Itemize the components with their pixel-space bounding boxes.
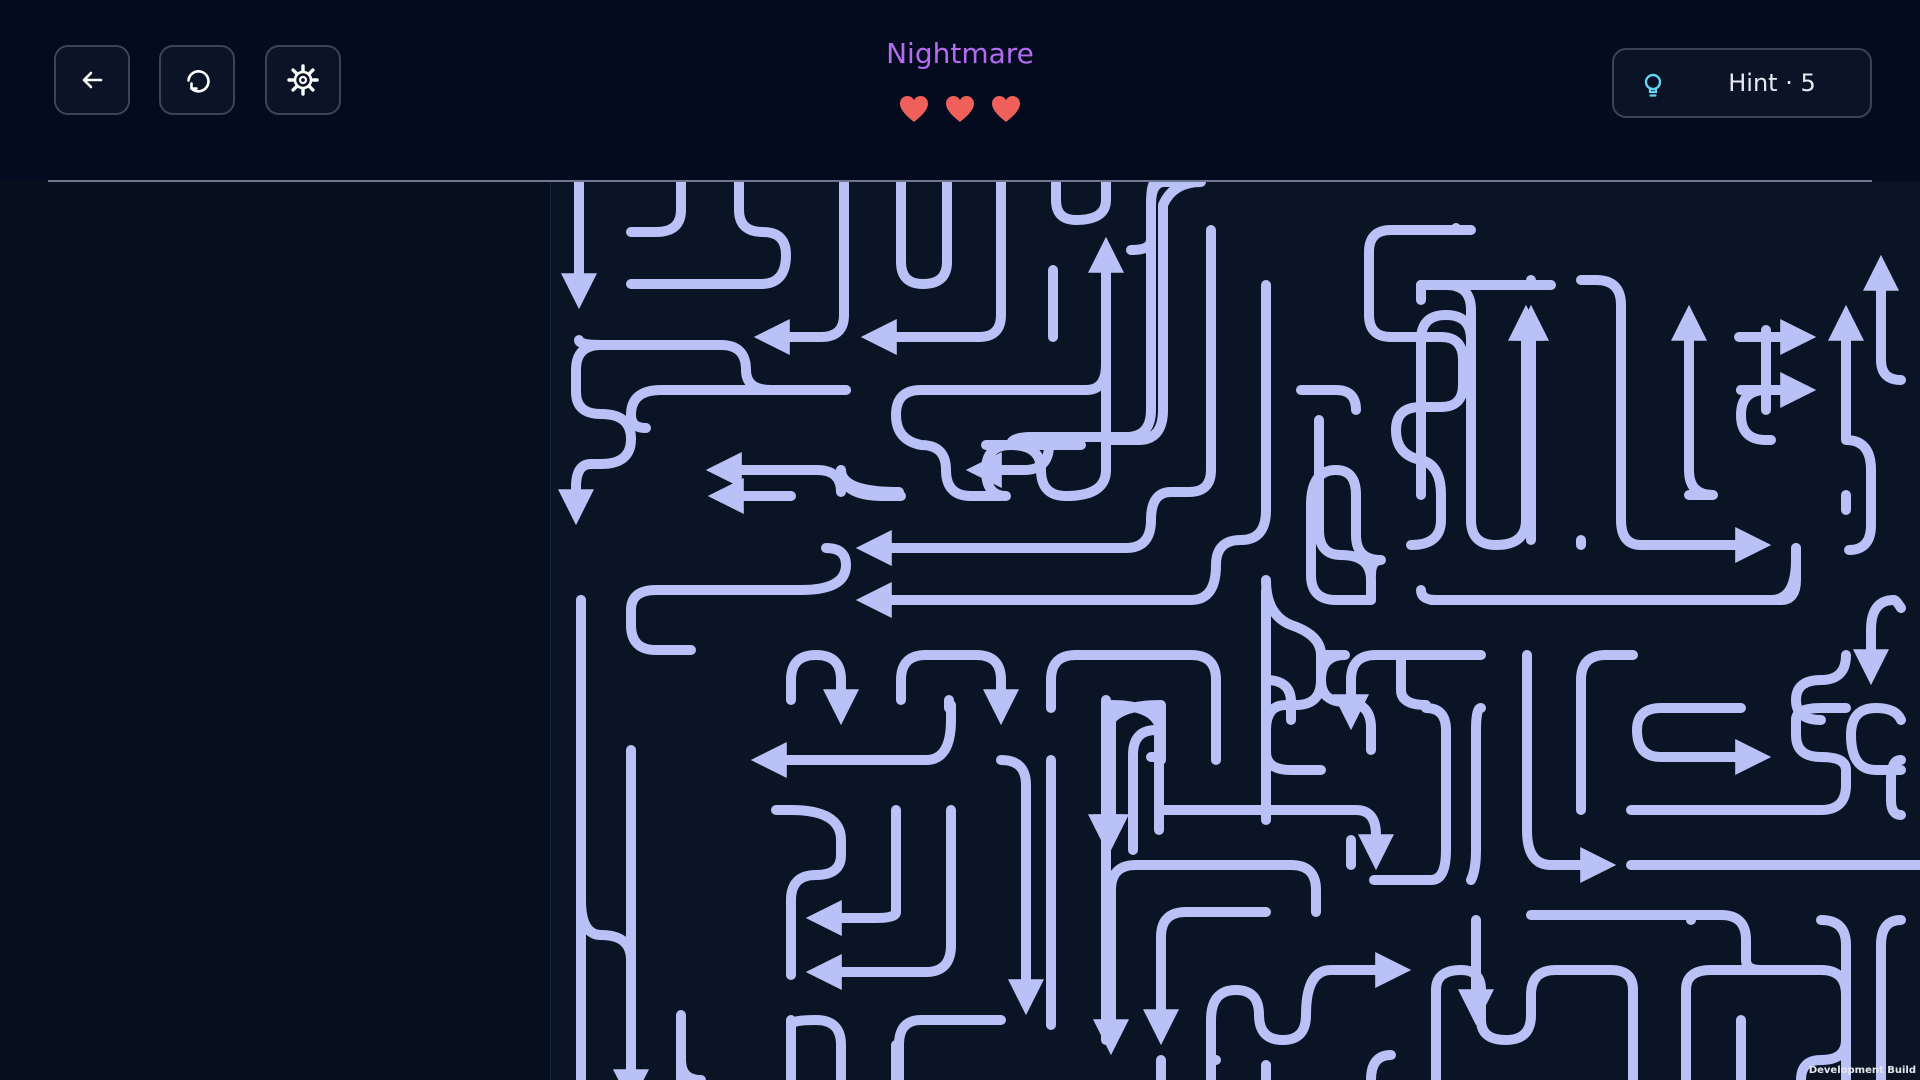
game-screen: Nightmare Hint · 5 Development Build <box>0 0 1920 1080</box>
heart-icon <box>898 94 930 130</box>
maze-arrow[interactable] <box>1632 703 1772 775</box>
maze-board[interactable] <box>550 182 1920 1080</box>
maze-arrow[interactable] <box>1863 254 1906 385</box>
lightbulb-icon <box>1644 73 1662 97</box>
maze-arrow[interactable] <box>1396 655 1431 710</box>
maze-arrow[interactable] <box>836 465 906 501</box>
maze-arrow[interactable] <box>1206 952 1412 1080</box>
maze-arrow[interactable] <box>896 650 1019 726</box>
maze-arrow[interactable] <box>1261 575 1326 775</box>
maze-arrow[interactable] <box>1828 304 1876 555</box>
level-title: Nightmare <box>886 37 1034 70</box>
maze-arrow[interactable] <box>576 595 649 1080</box>
maze-arrow[interactable] <box>1314 415 1376 605</box>
maze-arrow[interactable] <box>1426 543 1801 605</box>
restart-button[interactable] <box>159 45 235 115</box>
maze-arrow[interactable] <box>1591 275 1772 563</box>
maze-arrow[interactable] <box>1526 910 1766 975</box>
maze-arrow[interactable] <box>1796 915 1851 1080</box>
maze-paths <box>558 182 1920 1080</box>
side-panel <box>0 182 550 1080</box>
maze-arrow[interactable] <box>626 385 851 433</box>
hint-label: Hint · 5 <box>1728 69 1816 97</box>
maze-arrow[interactable] <box>1876 915 1906 1080</box>
hint-button[interactable]: Hint · 5 <box>1612 48 1872 118</box>
lives-indicator <box>880 94 1040 130</box>
maze-arrow[interactable] <box>786 1015 846 1080</box>
maze-path[interactable] <box>1051 182 1111 225</box>
maze-path[interactable] <box>626 182 686 237</box>
maze-path[interactable] <box>574 335 851 395</box>
restart-icon <box>187 70 210 93</box>
maze-arrow[interactable] <box>750 700 956 778</box>
maze-arrow[interactable] <box>1576 650 1638 815</box>
maze-arrow[interactable] <box>891 360 1111 501</box>
maze-arrow[interactable] <box>1416 543 1801 605</box>
maze-arrow[interactable] <box>1369 703 1451 885</box>
maze-arrow[interactable] <box>1296 385 1361 415</box>
back-button[interactable] <box>54 45 130 115</box>
maze-path[interactable] <box>896 182 952 289</box>
maze-arrow[interactable] <box>705 452 846 497</box>
maze-arrow[interactable] <box>1333 650 1486 731</box>
arrow-left-icon <box>82 71 103 89</box>
maze-arrow[interactable] <box>1671 304 1718 500</box>
maze-arrow[interactable] <box>1366 1050 1396 1080</box>
maze-arrow[interactable] <box>1466 703 1486 885</box>
heart-icon <box>990 94 1022 130</box>
maze-arrow[interactable] <box>1853 595 1899 686</box>
game-header: Nightmare Hint · 5 <box>0 0 1920 180</box>
heart-icon <box>944 94 976 130</box>
maze-arrow[interactable] <box>626 543 851 655</box>
maze-arrow[interactable] <box>558 340 636 526</box>
gear-icon <box>287 64 319 96</box>
maze-arrow[interactable] <box>786 650 859 726</box>
maze-arrow[interactable] <box>1889 595 1906 613</box>
maze-arrow[interactable] <box>771 805 846 980</box>
build-tag: Development Build <box>1808 1065 1916 1076</box>
settings-button[interactable] <box>265 45 341 115</box>
maze-arrow[interactable] <box>1431 965 1638 1080</box>
maze-arrow[interactable] <box>1128 725 1161 855</box>
maze-arrow[interactable] <box>894 1015 1006 1080</box>
maze-arrow[interactable] <box>996 755 1044 1016</box>
